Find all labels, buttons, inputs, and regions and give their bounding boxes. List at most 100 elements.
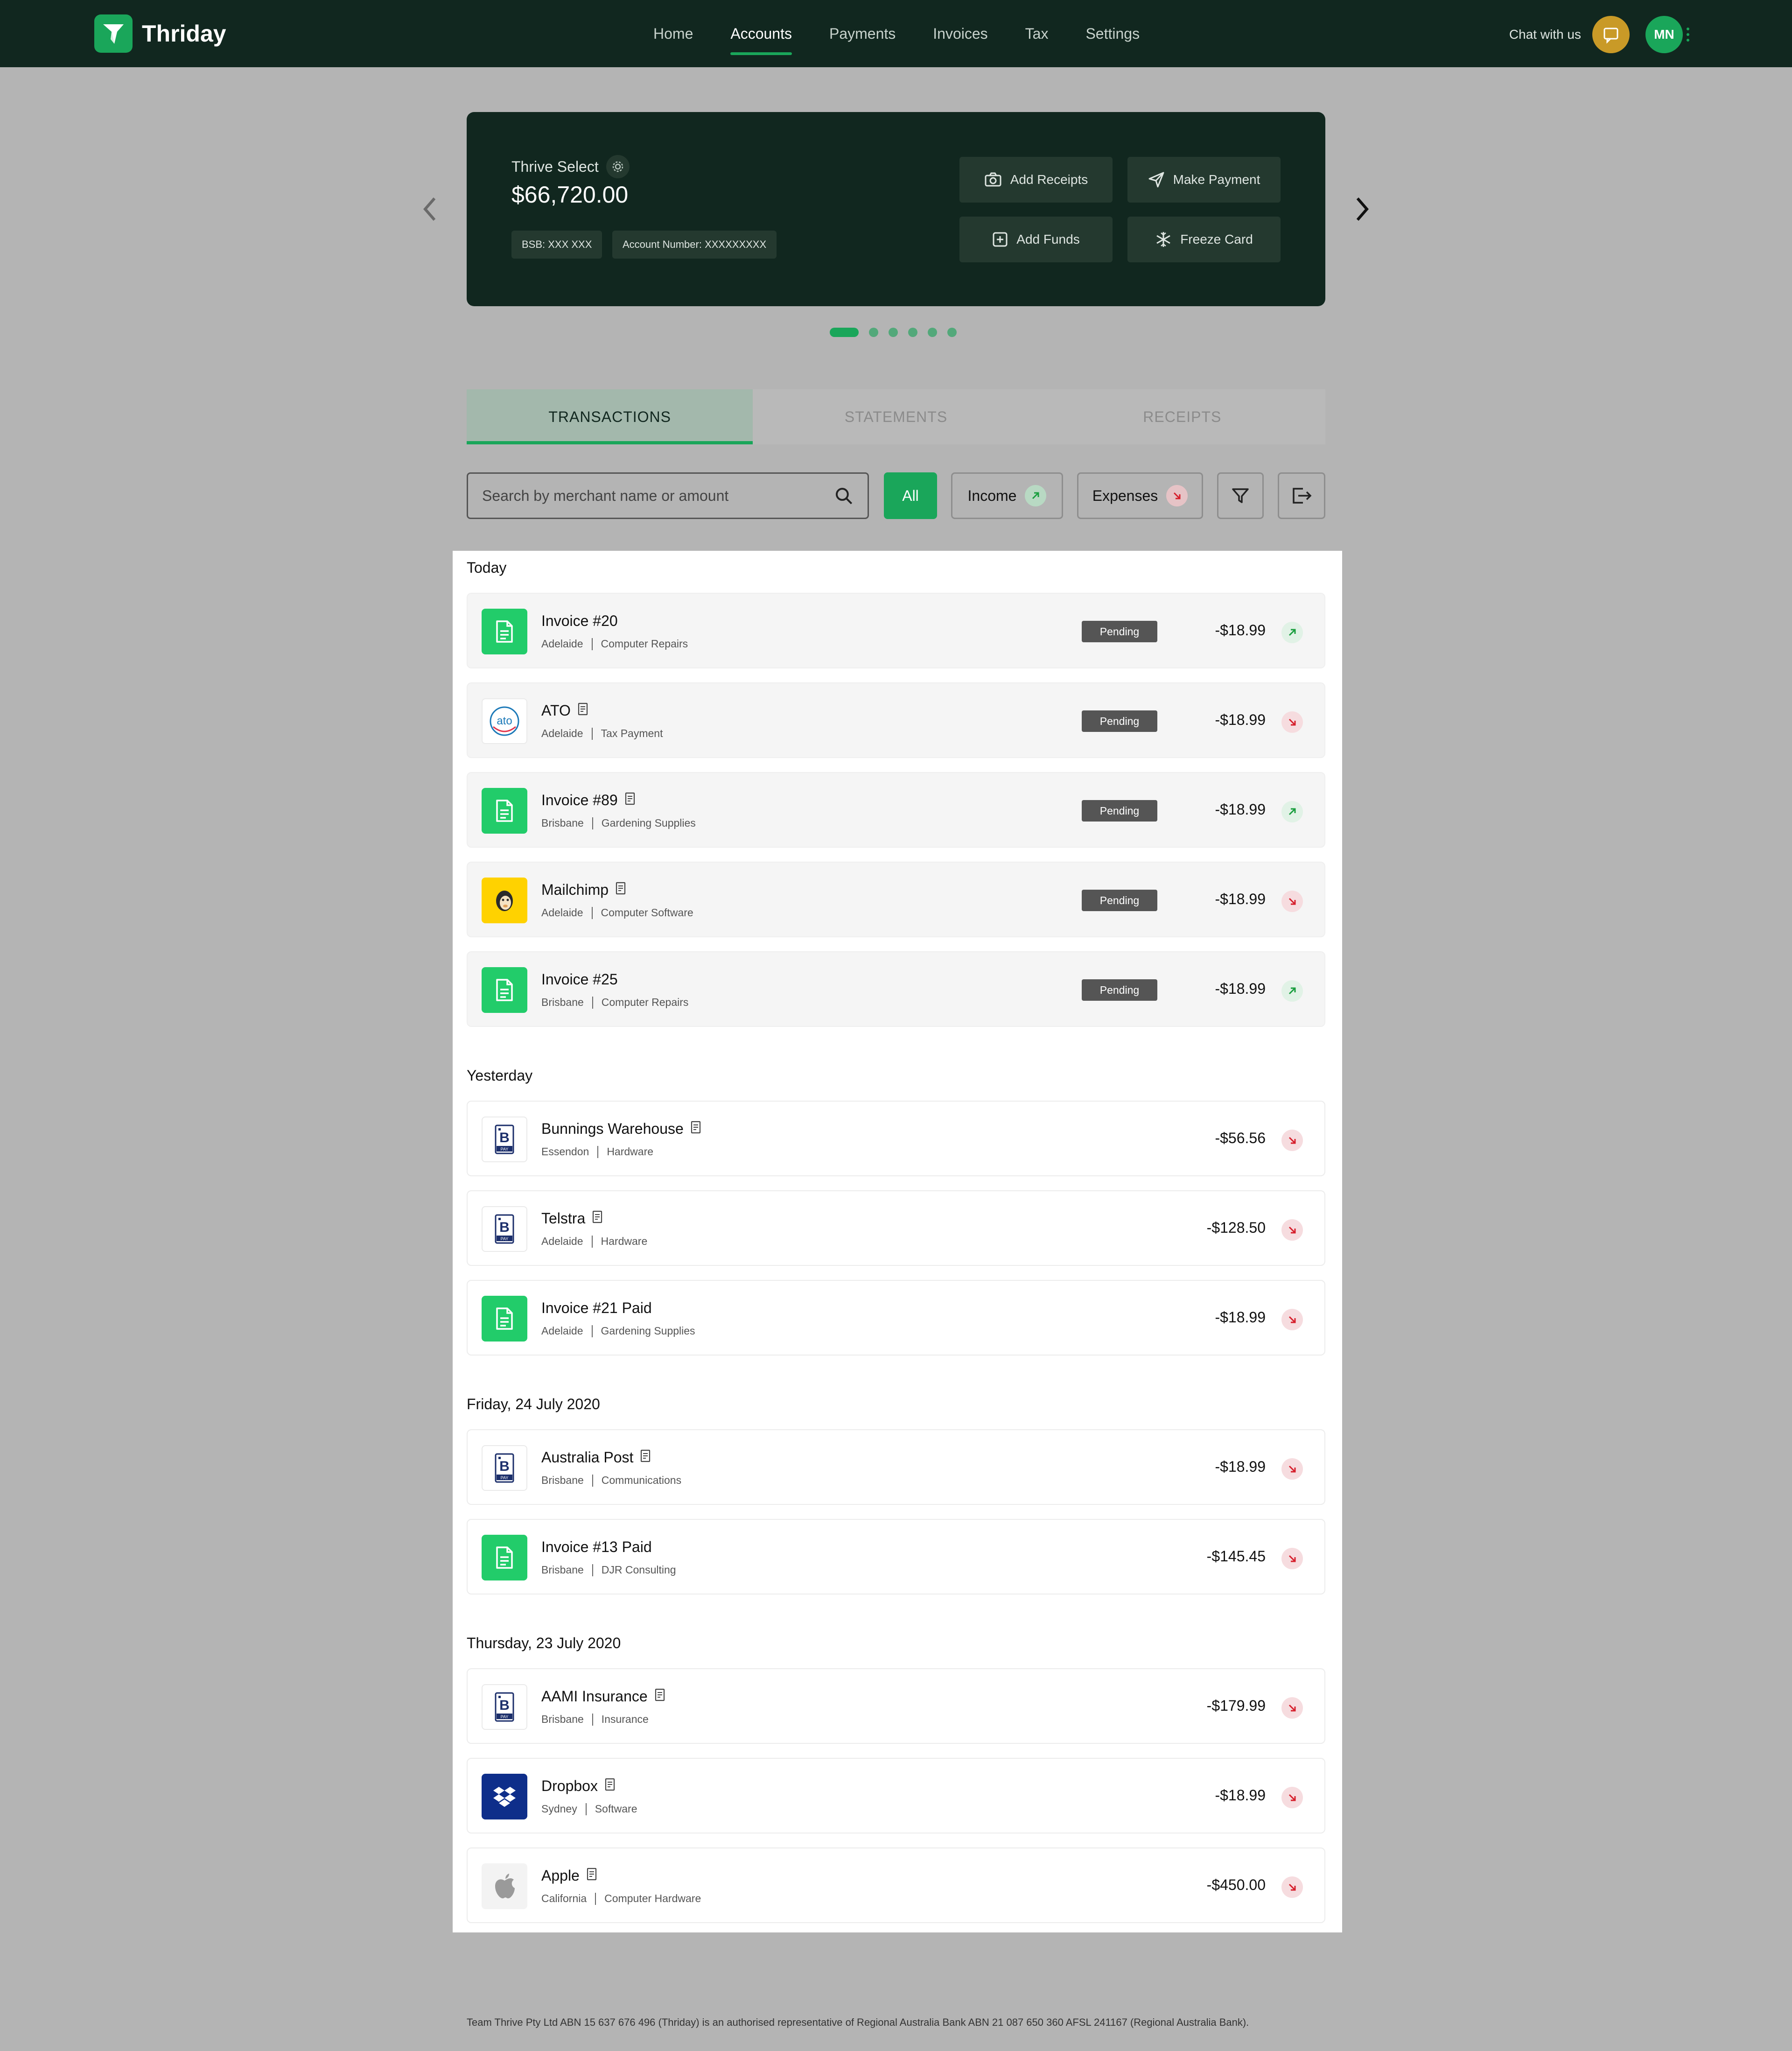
transaction-row[interactable]: Invoice #13 Paid Brisbane DJR Consulting -$…	[467, 1519, 1325, 1594]
merchant-name: Dropbox	[541, 1777, 598, 1794]
merchant-name: Invoice #25	[541, 971, 618, 988]
next-account-arrow[interactable]	[1349, 192, 1377, 226]
nav-home[interactable]: Home	[635, 0, 712, 67]
status-badge: Pending	[1082, 621, 1157, 642]
svg-text:PAY: PAY	[501, 1236, 509, 1241]
receipt-attached-icon[interactable]	[577, 702, 588, 719]
transaction-row[interactable]: Invoice #20 Adelaide Computer Repairs Pendi…	[467, 593, 1325, 668]
nav-invoices[interactable]: Invoices	[914, 0, 1006, 67]
carousel-dot[interactable]	[889, 328, 898, 337]
transaction-amount: -$128.50	[1206, 1219, 1266, 1236]
transaction-details: Sydney Software	[541, 1803, 637, 1815]
make-payment-button[interactable]: Make Payment	[1127, 157, 1281, 203]
svg-text:PAY: PAY	[501, 1475, 509, 1480]
more-options-icon[interactable]	[1687, 28, 1689, 42]
invoice-icon	[482, 788, 527, 834]
transaction-row[interactable]: Apple California Computer Hardware -$450.00	[467, 1847, 1325, 1923]
user-avatar[interactable]: MN	[1645, 16, 1683, 53]
ato-logo: ato	[482, 698, 527, 744]
transaction-amount: -$56.56	[1215, 1130, 1266, 1146]
nav-settings[interactable]: Settings	[1067, 0, 1158, 67]
transaction-row[interactable]: Invoice #21 Paid Adelaide Gardening Suppli…	[467, 1280, 1325, 1356]
transaction-amount: -$179.99	[1206, 1697, 1266, 1714]
chat-button[interactable]	[1592, 16, 1630, 53]
transaction-row[interactable]: Invoice #89 Brisbane Gardening Supplies Pen…	[467, 772, 1325, 848]
receipt-attached-icon[interactable]	[592, 1210, 603, 1227]
transaction-row[interactable]: B PAY AAMI Insurance Brisbane Insurance -$179…	[467, 1668, 1325, 1744]
receipt-attached-icon[interactable]	[604, 1777, 616, 1795]
svg-text:B: B	[499, 1698, 510, 1713]
receipt-attached-icon[interactable]	[624, 792, 636, 809]
transaction-details: Brisbane Insurance	[541, 1713, 649, 1726]
filter-all-button[interactable]: All	[884, 472, 937, 519]
tab-receipts[interactable]: RECEIPTS	[1039, 389, 1325, 444]
transaction-details: Adelaide Hardware	[541, 1235, 647, 1248]
filter-funnel-icon	[1232, 488, 1249, 503]
transaction-location: Adelaide	[541, 727, 583, 739]
expense-arrow-icon	[1281, 1876, 1303, 1898]
carousel-dot[interactable]	[908, 328, 917, 337]
transaction-row[interactable]: ato ATO Adelaide Tax Payment Pending -$18.99	[467, 682, 1325, 758]
account-settings-button[interactable]	[606, 155, 630, 178]
receipt-attached-icon[interactable]	[640, 1449, 651, 1466]
transaction-row[interactable]: Mailchimp Adelaide Computer Software Pendin…	[467, 862, 1325, 937]
transaction-category: Insurance	[601, 1713, 649, 1725]
account-name: Thrive Select	[511, 158, 599, 175]
nav-accounts[interactable]: Accounts	[712, 0, 811, 67]
divider	[592, 996, 593, 1009]
svg-text:ato: ato	[497, 715, 512, 727]
svg-text:B: B	[499, 1459, 510, 1474]
freeze-card-button[interactable]: Freeze Card	[1127, 217, 1281, 262]
expense-arrow-icon	[1166, 485, 1188, 506]
carousel-dot[interactable]	[928, 328, 937, 337]
receipt-attached-icon[interactable]	[586, 1867, 597, 1884]
divider	[597, 1145, 599, 1158]
carousel-dot[interactable]	[869, 328, 878, 337]
transaction-row[interactable]: B PAY Bunnings Warehouse Essendon Hardware -$…	[467, 1101, 1325, 1176]
add-receipts-label: Add Receipts	[1010, 172, 1088, 187]
transaction-details: Adelaide Tax Payment	[541, 727, 663, 740]
transaction-row[interactable]: B PAY Australia Post Brisbane Communications…	[467, 1429, 1325, 1505]
transaction-location: Brisbane	[541, 1564, 584, 1576]
transaction-category: Hardware	[601, 1235, 648, 1247]
add-funds-button[interactable]: Add Funds	[959, 217, 1113, 262]
merchant-name: Bunnings Warehouse	[541, 1120, 684, 1137]
invoice-icon	[482, 967, 527, 1013]
account-number-chip: Account Number: XXXXXXXXX	[612, 231, 777, 259]
content-tabs: TRANSACTIONS STATEMENTS RECEIPTS	[467, 389, 1325, 444]
nav-payments[interactable]: Payments	[811, 0, 914, 67]
divider	[591, 906, 593, 919]
date-group-heading: Yesterday	[467, 1067, 533, 1084]
receipt-attached-icon[interactable]	[615, 881, 626, 899]
search-input[interactable]	[482, 487, 834, 505]
filter-options-button[interactable]	[1217, 472, 1264, 519]
thriday-logo[interactable]: Thriday	[94, 14, 226, 53]
filter-income-button[interactable]: Income	[951, 472, 1063, 519]
carousel-dot[interactable]	[947, 328, 957, 337]
tab-transactions[interactable]: TRANSACTIONS	[467, 389, 753, 444]
add-receipts-button[interactable]: Add Receipts	[959, 157, 1113, 203]
transaction-category: Gardening Supplies	[601, 1325, 695, 1337]
transaction-row[interactable]: Invoice #25 Brisbane Computer Repairs Pendi…	[467, 951, 1325, 1027]
nav-tax[interactable]: Tax	[1007, 0, 1067, 67]
receipt-attached-icon[interactable]	[654, 1688, 665, 1705]
transaction-amount: -$145.45	[1206, 1548, 1266, 1565]
transaction-row[interactable]: Dropbox Sydney Software -$18.99	[467, 1758, 1325, 1833]
transactions-panel: Today Yesterday Friday, 24 July 2020 Thu…	[453, 551, 1342, 1932]
export-button[interactable]	[1278, 472, 1325, 519]
chat-label[interactable]: Chat with us	[1509, 27, 1581, 42]
previous-account-arrow[interactable]	[415, 192, 443, 226]
transaction-location: Sydney	[541, 1803, 577, 1815]
divider	[585, 1803, 587, 1815]
divider	[592, 1713, 593, 1726]
receipt-attached-icon[interactable]	[690, 1120, 701, 1138]
tab-statements[interactable]: STATEMENTS	[753, 389, 1039, 444]
bpay-logo: B PAY	[482, 1684, 527, 1730]
merchant-name: Invoice #21 Paid	[541, 1299, 652, 1316]
filter-expenses-button[interactable]: Expenses	[1077, 472, 1203, 519]
export-icon	[1293, 488, 1312, 504]
divider	[595, 1892, 596, 1905]
transaction-row[interactable]: B PAY Telstra Adelaide Hardware -$128.50	[467, 1190, 1325, 1266]
carousel-dot[interactable]	[830, 328, 859, 337]
transaction-category: Tax Payment	[601, 727, 663, 739]
